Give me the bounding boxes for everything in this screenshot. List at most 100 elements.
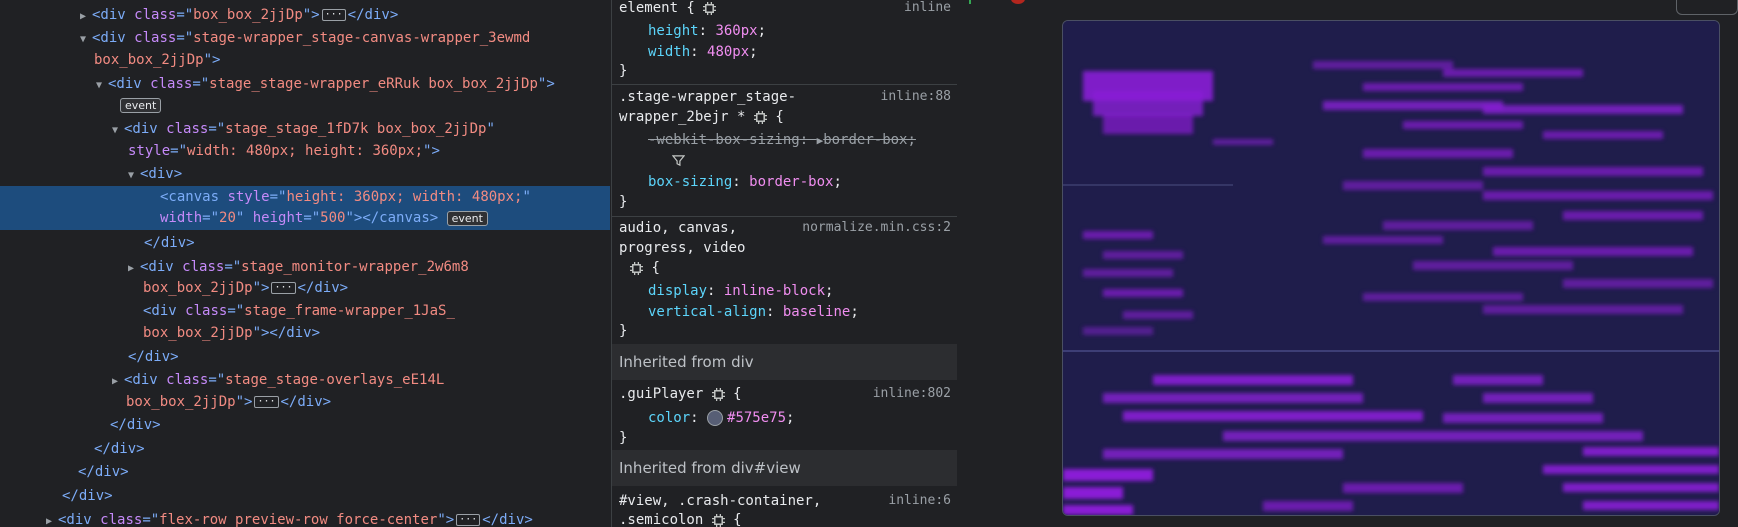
class-value: stage_stage_1fD7k box_box_2jjDp [225,121,487,137]
declaration-webkit-box-sizing[interactable]: -webkit-box-sizing: ▶border-box; [648,130,916,150]
rule-source-link[interactable]: inline:6 [888,491,951,511]
elements-tree-panel: ▶ <div class="box_box_2jjDp"> ··· </div> ▼ <… [0,0,610,527]
canvas-stripe [1443,69,1583,77]
rule-source-link[interactable]: inline:802 [873,384,951,404]
ellipsis-icon[interactable]: ··· [254,396,279,408]
collapse-triangle-icon[interactable]: ▼ [112,120,124,142]
canvas-stripe [1563,483,1719,492]
class-value: box_box_2jjDp [94,52,204,68]
rule-source-link[interactable]: normalize.min.css:2 [802,218,951,238]
ellipsis-icon[interactable]: ··· [321,9,346,21]
expand-triangle-icon[interactable]: ▶ [128,258,140,280]
canvas-stripe [1063,505,1133,515]
canvas-stripe [1543,131,1663,139]
canvas-stripe [1563,211,1703,220]
dom-node-monitor-wrapper[interactable]: ▶ <div class="stage_monitor-wrapper_2w6m8 [128,256,469,278]
class-value: stage_monitor-wrapper_2w6m8 [241,259,469,275]
canvas-stripe [1093,91,1203,116]
canvas-stripe [1363,149,1513,158]
dom-node-stage-style: style="width: 480px; height: 360px;"> [128,143,440,159]
inherited-header: Inherited from div [612,344,957,380]
declaration-vertical-align[interactable]: vertical-align: baseline; [648,302,859,322]
event-badge[interactable]: event [446,210,488,226]
dom-node-canvas-wrapper[interactable]: ▼ <div class="stage-wrapper_stage-canvas-… [80,27,530,49]
canvas-stripe [1103,251,1183,259]
canvas-stripe [1403,121,1523,129]
canvas-stripe [1103,289,1183,297]
dom-node-frame-wrapper[interactable]: <div class="stage_frame-wrapper_1JaS_ [143,300,455,322]
declaration-box-sizing[interactable]: box-sizing: border-box; [648,172,842,192]
canvas-stripe [1323,101,1503,110]
canvas-render [1063,21,1719,515]
dom-node-overlays-cont: box_box_2jjDp"> ··· </div> [126,394,332,410]
canvas-stripe [1343,483,1463,493]
collapse-triangle-icon[interactable]: ▼ [80,29,92,51]
canvas-stripe [1413,261,1573,270]
canvas-stripe [1453,375,1543,385]
dom-node-frame-cont: box_box_2jjDp"></div> [143,325,321,341]
canvas-stripe [1493,247,1693,256]
chip-icon[interactable] [711,387,725,401]
canvas-stripe [1443,413,1603,423]
canvas-stripe [1083,231,1153,239]
rule-close-brace: } [619,194,628,210]
class-value: box_box_2jjDp [143,325,253,341]
dom-node-box[interactable]: ▶ <div class="box_box_2jjDp"> ··· </div> [80,4,398,26]
dom-close-div: </div> [94,441,145,457]
styles-pane: element { inline height: 360px; width: 4… [611,0,958,527]
color-swatch-icon[interactable] [707,410,724,426]
stop-icon[interactable] [1011,0,1025,4]
chip-icon[interactable] [753,110,767,124]
rule-selector-line: #view, .crash-container, inline:6 [619,491,951,511]
rule-selector: element { [619,0,695,16]
green-flag-icon[interactable] [969,0,971,4]
rule-open-row: { [630,258,660,278]
fullscreen-button[interactable] [1676,0,1738,15]
chip-icon[interactable] [703,1,717,15]
dom-node-canvas-selected[interactable]: <canvas style="height: 360px; width: 480… [0,186,610,230]
canvas-stripe [1083,269,1173,277]
rule-divider [612,84,957,85]
style-value: width: 480px; height: 360px; [187,143,424,159]
dom-node-stage-overlays[interactable]: ▶ <div class="stage_stage-overlays_eE14L [112,369,444,391]
dom-node-stage[interactable]: ▼ <div class="stage_stage_1fD7k box_box_2… [112,118,495,140]
dom-node-preview-row[interactable]: ▶ <div class="flex-row preview-row force-… [46,509,533,527]
rule-source-link[interactable]: inline [904,0,951,18]
expand-triangle-icon[interactable]: ▶ [112,371,124,393]
declaration-display[interactable]: display: inline-block; [648,281,833,301]
dom-node-stage-wrapper[interactable]: ▼ <div class="stage_stage-wrapper_eRRuk b… [96,73,555,95]
declaration-height[interactable]: height: 360px; [648,21,766,41]
rule-close-brace: } [619,63,628,79]
expand-triangle-icon[interactable]: ▶ [80,6,92,28]
rule-selector: .stage-wrapper_stage- [619,89,797,105]
canvas-stripe [1583,501,1719,510]
declaration-width[interactable]: width: 480px; [648,42,758,62]
ellipsis-icon[interactable]: ··· [456,514,481,526]
canvas-stripe [1083,327,1153,335]
collapse-triangle-icon[interactable]: ▼ [96,75,108,97]
rule-close-brace: } [619,323,628,339]
stage-canvas[interactable] [1062,20,1720,516]
class-value: stage-wrapper_stage-canvas-wrapper_3ewmd [193,30,531,46]
canvas-stripe [1343,181,1483,190]
rule-divider [612,216,957,217]
expand-triangle-icon[interactable]: ▶ [46,511,58,527]
dom-close-div: </div> [128,349,179,365]
event-badge[interactable]: event [120,97,162,113]
declaration-color[interactable]: color: #575e75; [648,408,794,428]
canvas-stripe [1123,411,1423,421]
stage-preview [957,0,1738,527]
class-value: box_box_2jjDp [126,394,236,410]
canvas-stripe [1563,279,1713,288]
filter-icon[interactable] [672,154,685,167]
canvas-stripe [1323,236,1443,244]
collapse-triangle-icon[interactable]: ▼ [128,165,140,187]
dom-node-div[interactable]: ▼ <div> [128,163,182,185]
ellipsis-icon[interactable]: ··· [271,282,296,294]
class-value: box_box_2jjDp [143,280,253,296]
chip-icon[interactable] [711,513,725,527]
element-rule-header: element { inline [619,0,951,18]
chip-icon[interactable] [630,261,643,275]
rule-source-link[interactable]: inline:88 [881,87,951,107]
canvas-style-value: height: 360px; width: 480px; [286,189,523,205]
